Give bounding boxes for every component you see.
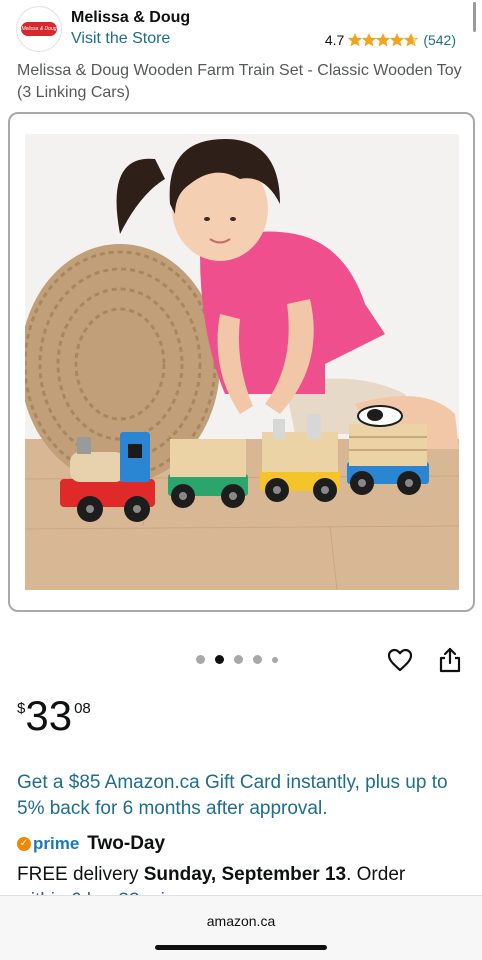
star-icon [362,33,377,47]
browser-bottom-bar: amazon.ca [0,895,482,960]
rating-summary[interactable]: 4.7 (542) [325,32,456,48]
share-icon[interactable] [436,646,464,674]
delivery-info: FREE delivery Sunday, September 13. Orde… [17,862,477,888]
prime-label: prime [33,834,80,853]
prime-badge: ✓ prime Two-Day [17,833,165,855]
heart-icon[interactable] [386,646,414,674]
delivery-prefix: FREE delivery [17,864,144,885]
delivery-suffix: . Order [346,864,406,885]
visit-store-link[interactable]: Visit the Store [71,30,170,48]
prime-check-icon: ✓ [17,837,31,851]
product-image[interactable] [25,134,459,590]
product-image-frame[interactable] [8,112,475,612]
carousel-dot[interactable] [234,655,243,664]
carousel-dot[interactable] [253,655,262,664]
brand-name: Melissa & Doug [71,9,191,26]
scrollbar [473,2,476,32]
carousel-dot[interactable] [272,656,278,663]
rating-count[interactable]: (542) [423,32,456,48]
star-rating [348,33,419,47]
price-symbol: $ [17,700,26,717]
carousel-dot[interactable] [196,655,205,664]
gift-card-promo[interactable]: Get a $85 Amazon.ca Gift Card instantly,… [17,770,467,822]
delivery-date: Sunday, September 13 [143,864,347,885]
home-indicator[interactable] [155,945,327,950]
price-fraction: 08 [74,700,91,717]
brand-header: Melissa & Doug Melissa & Doug Visit the … [16,6,472,56]
browser-domain[interactable]: amazon.ca [0,913,482,929]
prime-speed: Two-Day [87,833,166,854]
star-icon [348,33,363,47]
product-photo [25,134,459,590]
product-price: $ 33 08 [17,694,91,738]
carousel-dot[interactable] [215,655,224,664]
product-title: Melissa & Doug Wooden Farm Train Set - C… [17,62,462,101]
brand-logo-text: Melissa & Doug [21,22,57,36]
star-icon [376,33,391,47]
rating-value: 4.7 [324,32,345,48]
image-carousel-dots[interactable] [196,655,288,664]
star-icon [390,33,405,47]
price-whole: 33 [25,692,73,739]
star-icon [404,33,419,47]
brand-logo[interactable]: Melissa & Doug [16,6,62,52]
